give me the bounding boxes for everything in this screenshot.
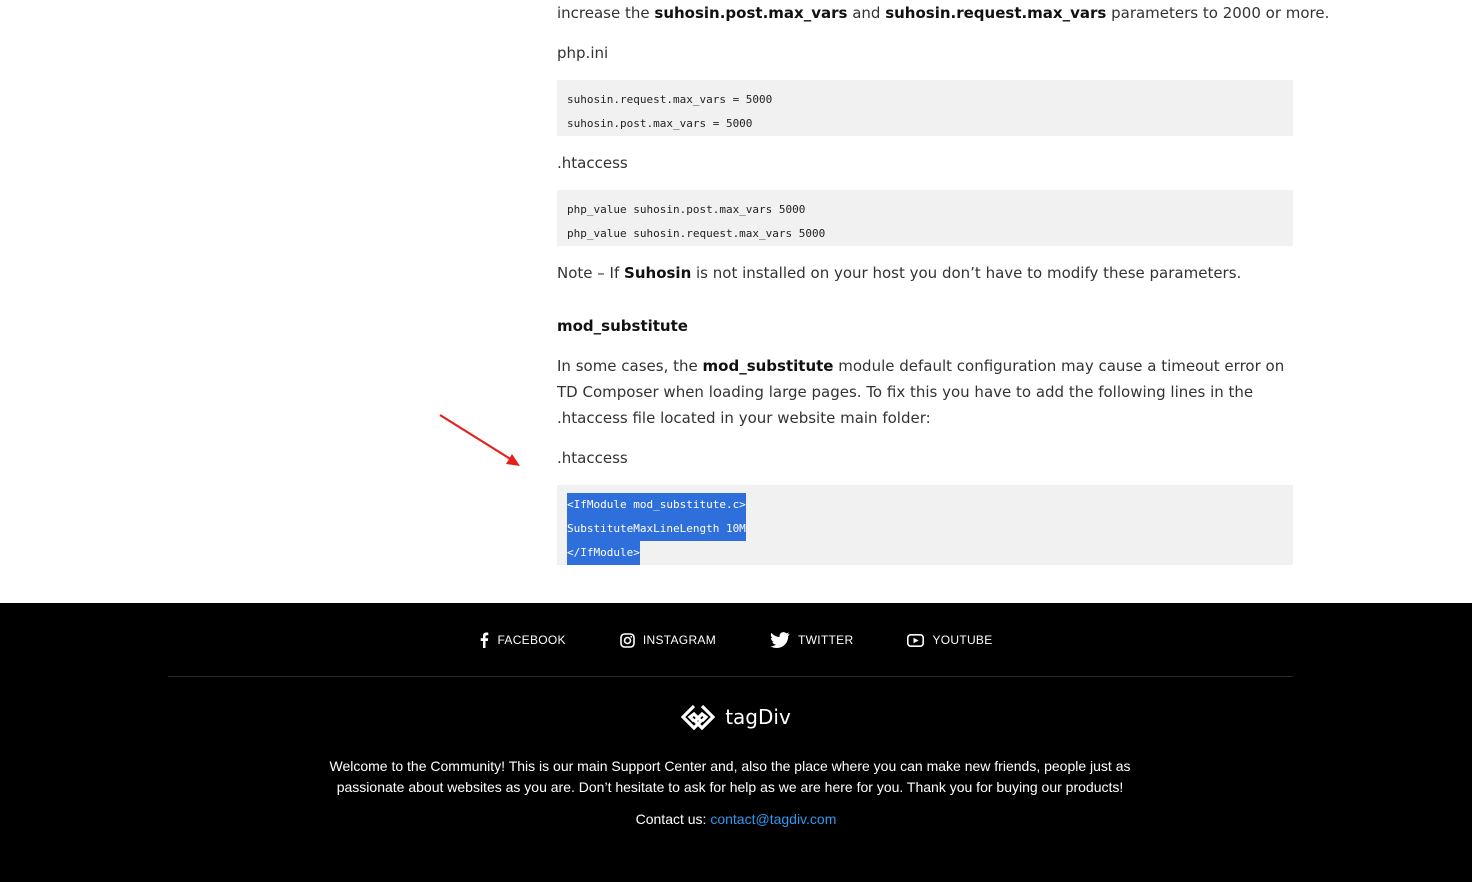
code-line: <IfModule mod_substitute.c> <box>567 493 1283 517</box>
facebook-icon <box>481 632 489 648</box>
code-block-htaccess[interactable]: php_value suhosin.post.max_vars 5000 php… <box>557 190 1293 246</box>
code-line: suhosin.request.max_vars = 5000 <box>567 93 773 106</box>
tagdiv-logo-icon <box>681 704 716 730</box>
twitter-link[interactable]: TWITTER <box>770 629 853 651</box>
youtube-icon <box>907 633 925 647</box>
htaccess-label-2: .htaccess <box>557 449 628 467</box>
code-line: suhosin.post.max_vars = 5000 <box>567 117 753 130</box>
social-links: FACEBOOK INSTAGRAM TWITTER YOUTUBE <box>0 629 1472 651</box>
selected-text: <IfModule mod_substitute.c> <box>567 493 746 517</box>
note-paragraph: Note – If Suhosin is not installed on yo… <box>557 264 1242 282</box>
footer-welcome-text: Welcome to the Community! This is our ma… <box>329 758 1131 795</box>
contact-label: Contact us: <box>635 811 707 827</box>
youtube-link[interactable]: YOUTUBE <box>907 629 992 651</box>
site-footer: FACEBOOK INSTAGRAM TWITTER YOUTUBE tagDi… <box>0 603 1472 882</box>
code-line: php_value suhosin.post.max_vars 5000 <box>567 203 806 216</box>
code-line: </IfModule> <box>567 541 1283 565</box>
twitter-icon <box>770 632 790 648</box>
phpini-label: php.ini <box>557 44 609 62</box>
facebook-link[interactable]: FACEBOOK <box>479 629 566 651</box>
instagram-link[interactable]: INSTAGRAM <box>620 629 716 651</box>
social-label: TWITTER <box>798 633 854 647</box>
social-label: FACEBOOK <box>497 633 566 647</box>
selected-text: </IfModule> <box>567 541 640 565</box>
brand-name: tagDiv <box>725 705 791 729</box>
htaccess-label: .htaccess <box>557 154 628 172</box>
brand-logo[interactable]: tagDiv <box>0 704 1472 730</box>
footer-contact: Contact us: contact@tagdiv.com <box>0 811 1472 827</box>
code-block-phpini[interactable]: suhosin.request.max_vars = 5000 suhosin.… <box>557 80 1293 136</box>
footer-divider <box>168 676 1293 677</box>
code-line: php_value suhosin.request.max_vars 5000 <box>567 227 826 240</box>
social-label: YOUTUBE <box>932 633 993 647</box>
code-block-selected[interactable]: <IfModule mod_substitute.c> SubstituteMa… <box>557 485 1293 565</box>
mod-substitute-paragraph: In some cases, the mod_substitute module… <box>557 357 1285 427</box>
intro-paragraph: increase the suhosin.post.max_vars and s… <box>557 4 1330 22</box>
instagram-icon <box>620 632 635 648</box>
section-heading: mod_substitute <box>557 317 688 335</box>
annotation-arrow <box>439 414 520 466</box>
code-line: SubstituteMaxLineLength 10M <box>567 517 1283 541</box>
selected-text: SubstituteMaxLineLength 10M <box>567 517 746 541</box>
contact-email-link[interactable]: contact@tagdiv.com <box>710 811 836 827</box>
social-label: INSTAGRAM <box>642 633 717 647</box>
